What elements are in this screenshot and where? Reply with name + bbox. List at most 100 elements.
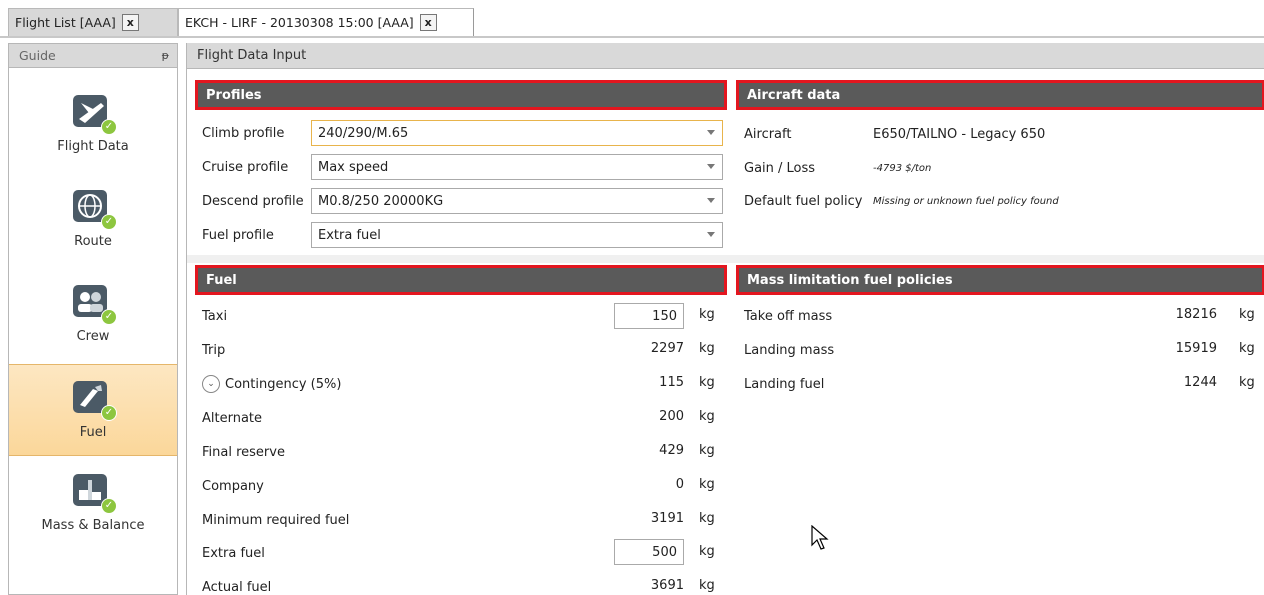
tab-label: Flight List [AAA] (15, 15, 116, 30)
nav-item-route[interactable]: ✓ Route (9, 174, 177, 266)
section-title: Fuel (206, 272, 237, 288)
nav-label: Flight Data (57, 139, 129, 154)
take-off-mass-label: Take off mass (744, 308, 833, 324)
scale-icon: ✓ (71, 472, 117, 514)
tab-label: EKCH - LIRF - 20130308 15:00 [AAA] (185, 15, 414, 30)
select-value: 240/290/M.65 (318, 125, 409, 141)
trip-value: 2297 (650, 341, 684, 356)
tab-flight-list[interactable]: Flight List [AAA] x (8, 8, 178, 36)
unit-label: kg (699, 409, 715, 424)
fuel-profile-select[interactable]: Extra fuel (311, 222, 723, 248)
globe-icon: ✓ (71, 188, 117, 230)
tab-underline (0, 36, 1264, 38)
unit-label: kg (699, 375, 715, 390)
contingency-label: Contingency (5%) (225, 376, 342, 392)
actual-fuel-label: Actual fuel (202, 579, 272, 595)
nav-item-flight-data[interactable]: ✓ Flight Data (9, 79, 177, 171)
climb-profile-select[interactable]: 240/290/M.65 (311, 120, 723, 146)
nav-label: Fuel (79, 425, 107, 440)
landing-fuel-value: 1244 (1183, 375, 1217, 390)
section-title: Profiles (206, 87, 262, 103)
minimum-required-fuel-value: 3191 (650, 511, 684, 526)
nav-item-fuel[interactable]: ✓ Fuel (9, 364, 177, 456)
taxi-label: Taxi (202, 308, 228, 324)
unit-label: kg (699, 578, 715, 593)
unit-label: kg (1239, 341, 1255, 356)
fuel-header: Fuel (195, 265, 727, 295)
cruise-profile-label: Cruise profile (202, 159, 289, 175)
section-title: Aircraft data (747, 87, 841, 103)
climb-profile-label: Climb profile (202, 125, 285, 141)
unit-label: kg (1239, 375, 1255, 390)
default-fuel-policy-label: Default fuel policy (744, 193, 863, 209)
unit-label: kg (699, 544, 715, 559)
unit-label: kg (699, 443, 715, 458)
pin-icon[interactable]: ᵽ (162, 49, 169, 62)
fuel-profile-label: Fuel profile (202, 227, 274, 243)
chevron-down-icon (707, 164, 715, 169)
contingency-value: 115 (659, 375, 684, 390)
extra-fuel-label: Extra fuel (202, 545, 265, 561)
cruise-profile-select[interactable]: Max speed (311, 154, 723, 180)
alternate-value: 200 (659, 409, 684, 424)
chevron-down-icon (707, 198, 715, 203)
gain-loss-label: Gain / Loss (744, 160, 816, 176)
check-icon: ✓ (101, 309, 117, 325)
taxi-input[interactable]: 150 (614, 303, 684, 329)
company-label: Company (202, 478, 264, 494)
minimum-required-fuel-label: Minimum required fuel (202, 512, 350, 528)
contingency-row: ⌄ Contingency (5%) (202, 372, 341, 396)
extra-fuel-input[interactable]: 500 (614, 539, 684, 565)
panel-title: Flight Data Input (187, 43, 1264, 69)
actual-fuel-value: 3691 (650, 578, 684, 593)
select-value: Extra fuel (318, 227, 381, 243)
default-fuel-policy-value: Missing or unknown fuel policy found (873, 195, 1059, 207)
unit-label: kg (699, 511, 715, 526)
guide-header: Guide ᵽ (9, 44, 177, 68)
guide-title: Guide (19, 48, 56, 63)
unit-label: kg (699, 307, 715, 322)
mass-limitation-header: Mass limitation fuel policies (736, 265, 1264, 295)
nav-item-crew[interactable]: ✓ Crew (9, 269, 177, 361)
close-icon[interactable]: x (121, 14, 139, 31)
section-title: Mass limitation fuel policies (747, 272, 953, 288)
nav-label: Crew (76, 329, 110, 344)
final-reserve-value: 429 (659, 443, 684, 458)
landing-fuel-label: Landing fuel (744, 376, 825, 392)
landing-mass-value: 15919 (1175, 341, 1217, 356)
aircraft-value: E650/TAILNO - Legacy 650 (873, 126, 1046, 142)
mouse-cursor-icon (811, 525, 829, 550)
check-icon: ✓ (101, 119, 117, 135)
nav-item-mass-balance[interactable]: ✓ Mass & Balance (9, 458, 177, 550)
chevron-down-icon (707, 130, 715, 135)
final-reserve-label: Final reserve (202, 444, 285, 460)
select-value: M0.8/250 20000KG (318, 193, 444, 209)
unit-label: kg (699, 477, 715, 492)
fuel-icon: ✓ (71, 379, 117, 421)
tab-flight-ekch-lirf[interactable]: EKCH - LIRF - 20130308 15:00 [AAA] x (178, 8, 474, 36)
chevron-down-icon (707, 232, 715, 237)
document-tabbar: Flight List [AAA] x EKCH - LIRF - 201303… (0, 0, 1264, 38)
nav-label: Mass & Balance (41, 518, 145, 533)
trip-label: Trip (202, 342, 226, 358)
expand-icon[interactable]: ⌄ (202, 375, 220, 393)
aircraft-label: Aircraft (744, 126, 792, 142)
company-value: 0 (675, 477, 684, 492)
plane-icon: ✓ (71, 93, 117, 135)
profiles-header: Profiles (195, 80, 727, 110)
descend-profile-select[interactable]: M0.8/250 20000KG (311, 188, 723, 214)
close-icon[interactable]: x (419, 14, 437, 31)
nav-label: Route (74, 234, 112, 249)
check-icon: ✓ (101, 214, 117, 230)
crew-icon: ✓ (71, 283, 117, 325)
gain-loss-value: -4793 $/ton (873, 162, 932, 174)
flight-data-input-panel: Flight Data Input Profiles Climb profile… (186, 43, 1264, 595)
unit-label: kg (699, 341, 715, 356)
take-off-mass-value: 18216 (1175, 307, 1217, 322)
aircraft-data-header: Aircraft data (736, 80, 1264, 110)
unit-label: kg (1239, 307, 1255, 322)
alternate-label: Alternate (202, 410, 263, 426)
select-value: Max speed (318, 159, 389, 175)
landing-mass-label: Landing mass (744, 342, 835, 358)
column-divider (187, 255, 1264, 263)
